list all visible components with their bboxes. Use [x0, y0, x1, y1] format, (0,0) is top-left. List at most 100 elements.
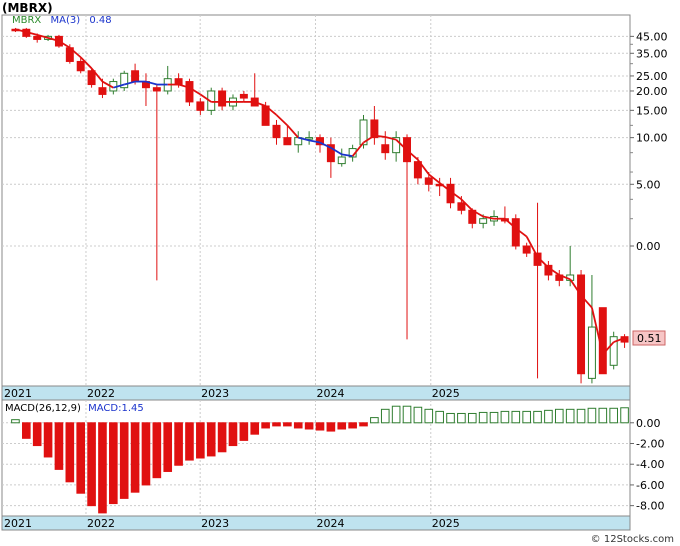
macd-legend-name: MACD:: [88, 403, 122, 414]
macd-bar: [435, 410, 444, 424]
candle-body: [239, 93, 248, 99]
candle-body: [587, 326, 596, 379]
macd-tick-label: -8.00: [636, 500, 664, 513]
candle-body: [337, 156, 346, 165]
macd-tick-label: -6.00: [636, 479, 664, 492]
macd-bar: [554, 408, 564, 424]
legend-ma-label: MA(3): [50, 15, 81, 26]
macd-bar: [478, 411, 488, 424]
ma-line-segment: [286, 124, 299, 139]
x-tick-label: 2022: [87, 387, 115, 400]
macd-bar: [87, 422, 96, 507]
macd-bar: [272, 422, 281, 427]
candle-body: [479, 218, 488, 224]
macd-bar: [152, 422, 162, 479]
macd-bar: [620, 407, 629, 424]
macd-tick-label: -4.00: [636, 458, 664, 471]
macd-tick-label: -2.00: [636, 438, 664, 451]
price-tick-label: 45.00: [636, 30, 668, 43]
price-tick-label: 5.00: [636, 178, 661, 191]
ma-line-segment: [275, 114, 288, 127]
macd-bar: [413, 406, 423, 424]
macd-bar: [391, 405, 401, 424]
macd-bar: [130, 422, 140, 493]
macd-bar: [119, 422, 129, 499]
macd-bar: [337, 422, 347, 430]
macd-x-tick-label: 2025: [432, 517, 460, 530]
price-tick-label: 35.00: [636, 47, 668, 60]
legend-symbol: MBRX: [12, 15, 42, 26]
macd-bar: [576, 408, 586, 424]
macd-bar: [500, 410, 510, 424]
candle-body: [283, 137, 292, 146]
macd-legend-value: 1.45: [121, 403, 144, 414]
candle-body: [98, 87, 107, 95]
candle-body: [457, 202, 466, 211]
candle-body: [381, 144, 390, 154]
macd-tick-label: 0.00: [636, 417, 661, 430]
legend-ma-value: 0.48: [89, 15, 112, 26]
price-tick-label: 20.00: [636, 85, 668, 98]
candle-body: [577, 274, 586, 375]
macd-bar: [304, 422, 314, 430]
macd-bar: [565, 408, 575, 424]
macd-bar: [380, 408, 390, 424]
candle-body: [196, 101, 205, 111]
macd-bar: [11, 419, 20, 424]
macd-x-tick-label: 2021: [4, 517, 32, 530]
stock-chart: 2021 2021 2022 2022 2023 2023 2024 2024 2025 2025…: [1, 14, 668, 531]
macd-bar: [609, 407, 618, 424]
macd-bar: [228, 422, 238, 447]
macd-bar: [522, 410, 531, 424]
macd-bar: [315, 422, 325, 431]
candle-body: [272, 124, 281, 139]
macd-bar: [348, 422, 357, 429]
candle-body: [424, 177, 433, 185]
macd-bar: [76, 422, 86, 494]
x-tick-label: 2025: [432, 387, 460, 400]
last-price-label: 0.51: [637, 332, 662, 345]
macd-bar: [22, 422, 31, 439]
macd-bar: [544, 409, 553, 424]
candle-body: [33, 35, 42, 40]
macd-bar: [174, 422, 183, 466]
price-tick-label: 15.00: [636, 104, 668, 117]
macd-bar: [43, 422, 53, 458]
macd-bar: [196, 422, 205, 459]
price-tick-label: 25.00: [636, 70, 668, 83]
candle-body: [152, 87, 161, 92]
macd-bar: [457, 412, 466, 424]
candle-body: [87, 70, 96, 86]
candle-body: [131, 70, 140, 83]
watermark: © 12Stocks.com: [590, 534, 674, 545]
macd-bar: [32, 422, 42, 447]
candle-body: [185, 81, 194, 103]
macd-bar: [250, 422, 260, 435]
candle-body: [370, 119, 379, 139]
macd-bar: [239, 422, 249, 441]
macd-bar: [489, 411, 499, 424]
macd-bar: [98, 422, 107, 514]
macd-bar: [261, 422, 270, 429]
macd-bar: [217, 422, 227, 453]
macd-bar: [65, 422, 75, 483]
x-tick-label: 2021: [4, 387, 32, 400]
macd-bar: [326, 422, 336, 432]
macd-bar: [293, 422, 303, 429]
macd-bar: [598, 407, 608, 424]
macd-x-tick-label: 2024: [316, 517, 344, 530]
macd-legend-label: MACD(26,12,9): [5, 403, 81, 414]
candle-body: [76, 60, 85, 72]
macd-bar: [511, 410, 521, 424]
macd-x-tick-label: 2023: [201, 517, 229, 530]
macd-bar: [587, 407, 597, 424]
x-tick-label: 2024: [316, 387, 344, 400]
macd-bar: [109, 422, 118, 505]
macd-bar: [141, 422, 151, 486]
price-tick-label: 10.00: [636, 132, 668, 145]
candle-body: [218, 90, 227, 107]
price-tick-label: 0.00: [636, 240, 661, 253]
candle-body: [511, 218, 520, 247]
macd-bar: [533, 410, 542, 424]
macd-bar: [424, 408, 434, 424]
